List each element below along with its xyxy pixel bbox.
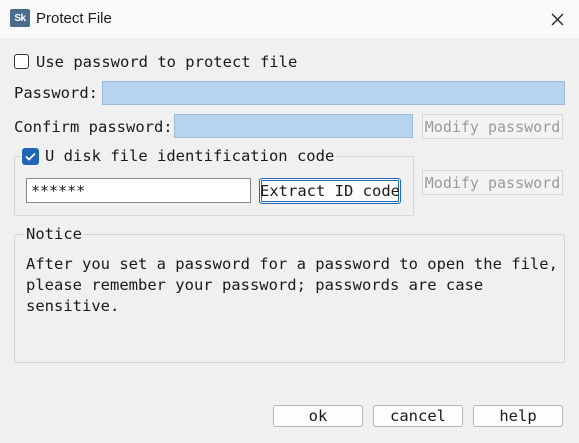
- password-input[interactable]: [102, 81, 565, 105]
- use-password-checkbox[interactable]: [14, 54, 29, 69]
- id-code-input[interactable]: ******: [26, 178, 251, 203]
- ok-button[interactable]: ok: [273, 405, 363, 427]
- udisk-group-label[interactable]: U disk file identification code: [45, 146, 334, 166]
- extract-id-code-button[interactable]: Extract ID code: [259, 178, 401, 204]
- checkmark-icon: [25, 152, 36, 161]
- window-title: Protect File: [36, 10, 112, 27]
- confirm-password-input[interactable]: [174, 114, 413, 138]
- confirm-password-label: Confirm password:: [14, 118, 173, 136]
- cancel-button[interactable]: cancel: [373, 405, 463, 427]
- close-icon: [551, 13, 563, 25]
- password-label: Password:: [14, 84, 98, 102]
- help-button[interactable]: help: [473, 405, 563, 427]
- app-logo-icon: Sk: [10, 9, 30, 27]
- notice-line-3: sensitive.: [26, 297, 120, 315]
- close-button[interactable]: [540, 6, 574, 32]
- udisk-group-header: U disk file identification code: [20, 146, 337, 166]
- udisk-modify-password-button[interactable]: Modify password: [422, 170, 563, 195]
- udisk-checkbox[interactable]: [22, 147, 39, 165]
- notice-line-1: After you set a password for a password …: [26, 255, 558, 273]
- notice-label: Notice: [24, 224, 84, 244]
- use-password-label[interactable]: Use password to protect file: [36, 52, 297, 72]
- notice-line-2: please remember your password; passwords…: [26, 276, 484, 294]
- modify-password-button[interactable]: Modify password: [422, 114, 563, 139]
